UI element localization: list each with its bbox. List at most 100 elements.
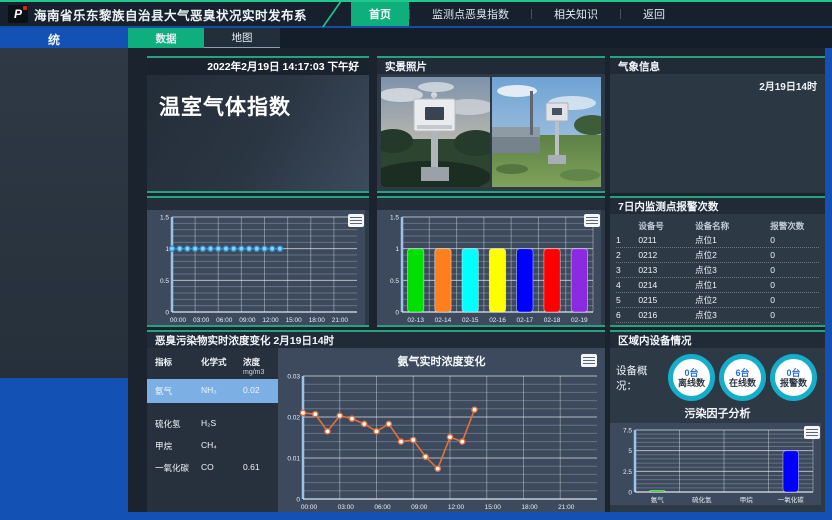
current-datetime: 2022年2月19日 14:17:03 下午好 — [147, 58, 369, 75]
chart-menu-icon[interactable] — [581, 354, 597, 367]
svg-text:氨气: 氨气 — [651, 495, 665, 504]
weather-panel-title: 气象信息 — [610, 58, 825, 74]
nh3-chart-area: 氨气实时浓度变化 00.010.020.0300:0003:0006:0009:… — [278, 348, 605, 512]
weather-body: 2月19日14时 — [610, 74, 825, 193]
weather-panel: 气象信息 2月19日14时 — [610, 56, 825, 193]
svg-text:21:00: 21:00 — [558, 504, 575, 511]
svg-text:18:00: 18:00 — [309, 317, 326, 324]
photos-panel-title: 实景照片 — [377, 58, 605, 74]
gas-index-line-chart[interactable]: 0 0.5 1 1.5 00:00 03:00 06:00 09:00 12:00 15:00 18… — [147, 210, 365, 325]
site-photo-1[interactable] — [381, 77, 490, 187]
nav-item-3[interactable]: 返回 — [621, 2, 687, 26]
main-nav: 首页监测点恶臭指数相关知识返回 — [351, 2, 687, 26]
nh3-line-chart[interactable]: 00.010.020.0300:0003:0006:0009:0012:0015… — [278, 369, 605, 512]
device-stat-circle-0: 0台离线数 — [668, 354, 715, 401]
col-indicator: 指标 — [155, 356, 201, 368]
page-title: 温室气体指数 — [159, 91, 369, 121]
odor-table-row[interactable]: 一氧化碳CO0.61 — [147, 457, 278, 479]
navbar-accent-line — [322, 1, 342, 27]
chart-menu-icon[interactable] — [804, 426, 820, 439]
nh3-chart-title: 氨气实时浓度变化 — [278, 348, 605, 369]
svg-text:7.5: 7.5 — [623, 428, 632, 435]
svg-text:1.5: 1.5 — [390, 215, 399, 222]
svg-text:06:00: 06:00 — [216, 317, 233, 324]
alarm-table-row[interactable]: 50215点位20 — [616, 293, 819, 308]
svg-text:02-19: 02-19 — [571, 317, 588, 324]
svg-text:02-14: 02-14 — [435, 317, 452, 324]
svg-text:0: 0 — [395, 310, 399, 317]
svg-text:18:00: 18:00 — [521, 504, 538, 511]
odor-table-header: 指标 化学式 浓度 — [147, 354, 278, 370]
svg-text:0.5: 0.5 — [160, 278, 169, 285]
svg-text:一氧化碳: 一氧化碳 — [778, 495, 805, 504]
gas-index-chart-panel: 0 0.5 1 1.5 00:00 03:00 06:00 09:00 12:00 15:00 18… — [147, 196, 369, 327]
svg-text:03:00: 03:00 — [193, 317, 210, 324]
view-tabs: 数据地图 — [128, 28, 832, 48]
nav-item-0[interactable]: 首页 — [351, 2, 409, 26]
nav-item-1[interactable]: 监测点恶臭指数 — [410, 2, 531, 26]
alarm-table-row[interactable]: 10211点位10 — [616, 233, 819, 248]
col-concentration: 浓度 — [243, 356, 260, 368]
factor-chart-title: 污染因子分析 — [610, 405, 825, 421]
alarm-table-row[interactable]: 20212点位20 — [616, 248, 819, 263]
device-stat-circle-2: 0台报警数 — [770, 354, 817, 401]
chart-panel-header — [377, 198, 605, 210]
svg-text:甲烷: 甲烷 — [740, 495, 754, 504]
tab-1[interactable]: 地图 — [204, 28, 280, 48]
svg-text:0: 0 — [628, 490, 632, 497]
greeting-panel: 2022年2月19日 14:17:03 下午好 温室气体指数 — [147, 56, 369, 193]
odor-table-row[interactable]: 氨气NH₃0.02 — [147, 379, 278, 403]
svg-text:硫化氢: 硫化氢 — [692, 495, 712, 504]
weather-time: 2月19日14时 — [759, 78, 817, 93]
svg-text:2.5: 2.5 — [623, 469, 632, 476]
nav-item-2[interactable]: 相关知识 — [532, 2, 620, 26]
svg-text:09:00: 09:00 — [411, 504, 428, 511]
factor-bar-chart[interactable]: 0 2.5 5 7.5 氨气 硫化氢 甲烷 一氧化碳 — [610, 423, 821, 505]
alarm-table-panel: 7日内监测点报警次数 设备号设备名称报警次数10211点位1020212点位20… — [610, 196, 825, 327]
svg-text:06:00: 06:00 — [374, 504, 391, 511]
svg-text:12:00: 12:00 — [448, 504, 465, 511]
svg-text:12:00: 12:00 — [262, 317, 279, 324]
svg-text:09:00: 09:00 — [239, 317, 256, 324]
devices-panel: 区域内设备情况 设备概况： 0台离线数6台在线数0台报警数 污染因子分析 0 2.… — [610, 330, 825, 512]
alarm-header-row: 设备号设备名称报警次数 — [616, 218, 819, 233]
alarm-table: 设备号设备名称报警次数10211点位1020212点位2030213点位3040… — [610, 214, 825, 323]
svg-text:03:00: 03:00 — [338, 504, 355, 511]
svg-text:02-16: 02-16 — [489, 317, 506, 324]
svg-text:0: 0 — [165, 310, 169, 317]
page-bottom-strip — [0, 512, 832, 520]
site-photo-2[interactable] — [492, 77, 601, 187]
app-title-overflow: 统 — [48, 31, 60, 48]
svg-text:02-15: 02-15 — [462, 317, 479, 324]
svg-text:0: 0 — [296, 497, 300, 504]
svg-text:15:00: 15:00 — [285, 317, 302, 324]
alarm-table-row[interactable]: 30213点位30 — [616, 263, 819, 278]
odor-title-text: 恶臭污染物实时浓度变化 — [155, 333, 271, 348]
svg-text:1: 1 — [165, 246, 169, 253]
alarm-panel-title: 7日内监测点报警次数 — [610, 198, 825, 214]
svg-text:5: 5 — [628, 448, 632, 455]
alarm-table-row[interactable]: 40214点位10 — [616, 278, 819, 293]
device-overview-label: 设备概况： — [616, 363, 668, 393]
chart-menu-icon[interactable] — [348, 214, 364, 227]
col-formula: 化学式 — [201, 356, 243, 368]
daily-index-bar-chart[interactable]: 00.511.502-1302-1402-1502-1602-1702-1802… — [377, 210, 601, 325]
alarm-table-row[interactable]: 60216点位30 — [616, 308, 819, 323]
daily-index-chart-panel: 00.511.502-1302-1402-1502-1602-1702-1802… — [377, 196, 605, 327]
odor-table-row[interactable]: 硫化氢H₂S — [147, 413, 278, 435]
odor-table-row[interactable]: 甲烷CH₄ — [147, 435, 278, 457]
odor-title-time: 2月19日14时 — [273, 333, 334, 348]
chart-menu-icon[interactable] — [584, 214, 600, 227]
svg-text:0.01: 0.01 — [287, 456, 300, 463]
svg-text:1.5: 1.5 — [160, 215, 169, 222]
svg-text:21:00: 21:00 — [332, 317, 349, 324]
svg-text:00:00: 00:00 — [170, 317, 187, 324]
odor-table: 指标 化学式 浓度 mg/m3 氨气NH₃0.02 硫化氢H₂S甲烷CH₄一氧化碳… — [147, 348, 278, 512]
device-stats-row: 设备概况： 0台离线数6台在线数0台报警数 — [610, 348, 825, 403]
devices-panel-title: 区域内设备情况 — [610, 332, 825, 348]
app-title: 海南省乐东黎族自治县大气恶臭状况实时发布系 — [34, 5, 307, 24]
svg-text:00:00: 00:00 — [301, 504, 318, 511]
tab-0[interactable]: 数据 — [128, 28, 204, 48]
odor-unit: mg/m3 — [147, 369, 278, 376]
odor-panel: 恶臭污染物实时浓度变化 2月19日14时 指标 化学式 浓度 mg/m3 氨气N… — [147, 330, 605, 512]
